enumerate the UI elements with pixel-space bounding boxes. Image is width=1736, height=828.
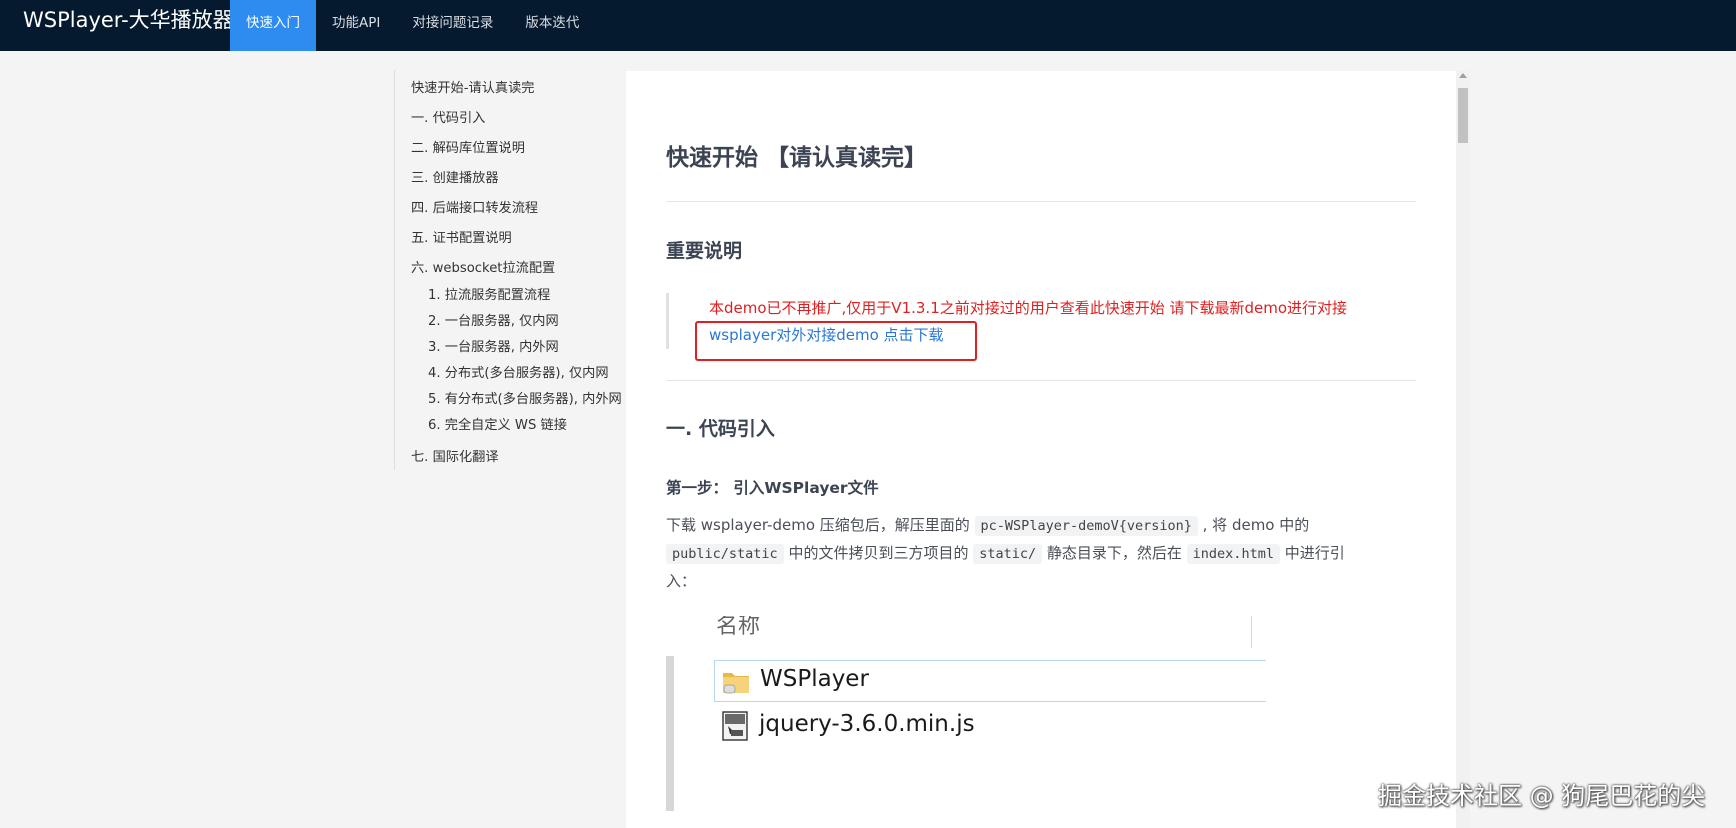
divider [666, 380, 1416, 381]
script-file-icon [722, 711, 748, 741]
toc-subitem-distributed-both[interactable]: 5. 有分布式(多台服务器), 内外网 [428, 388, 622, 407]
toc-subitem-stream-service[interactable]: 1. 拉流服务配置流程 [428, 284, 550, 303]
code-public-static: public/static [666, 544, 784, 564]
code-demo-folder: pc-WSPlayer-demoV{version} [974, 516, 1198, 536]
toc-item-create-player[interactable]: 三. 创建播放器 [411, 167, 499, 186]
toc-item-decoder-location[interactable]: 二. 解码库位置说明 [411, 137, 525, 156]
blockquote-bar [666, 293, 669, 349]
nav-tab-versions[interactable]: 版本迭代 [509, 0, 595, 51]
step-one-title: 第一步： 引入WSPlayer文件 [666, 479, 879, 497]
toc-item-backend-forwarding[interactable]: 四. 后端接口转发流程 [411, 197, 538, 216]
folder-icon [723, 673, 749, 694]
heading-code-import: 一. 代码引入 [666, 418, 775, 440]
page-title: 快速开始 【请认真读完】 [666, 145, 928, 171]
toc-subitem-single-both[interactable]: 3. 一台服务器, 内外网 [428, 336, 559, 355]
brand-title[interactable]: WSPlayer-大华播放器 [0, 0, 234, 51]
paragraph-line-2: public/static 中的文件拷贝到三方项目的 static/ 静态目录下… [666, 539, 1345, 568]
heading-important: 重要说明 [666, 240, 743, 262]
toc-subitem-single-intranet[interactable]: 2. 一台服务器, 仅内网 [428, 310, 559, 329]
text: 中进行引 [1279, 544, 1345, 562]
toc-item-i18n[interactable]: 七. 国际化翻译 [411, 446, 499, 465]
text: , 将 demo 中的 [1197, 516, 1310, 534]
code-index-html: index.html [1186, 544, 1280, 564]
toc-item-cert-config[interactable]: 五. 证书配置说明 [411, 227, 512, 246]
paragraph-line-1: 下载 wsplayer-demo 压缩包后，解压里面的 pc-WSPlayer-… [666, 511, 1309, 540]
scroll-up-arrow-icon[interactable] [1459, 73, 1467, 78]
nav-tab-api[interactable]: 功能API [316, 0, 396, 51]
file-name: WSPlayer [760, 666, 869, 692]
paragraph-line-3: 入： [666, 572, 697, 590]
main-content: 快速开始 【请认真读完】 重要说明 本demo已不再推广,仅用于V1.3.1之前… [626, 71, 1456, 828]
file-explorer-screenshot: 名称 WSPlayer jquery-3.6.0.min.js [666, 616, 1266, 811]
column-separator [1251, 616, 1252, 648]
text: 静态目录下，然后在 [1042, 544, 1187, 562]
file-name: jquery-3.6.0.min.js [759, 711, 975, 737]
top-navbar: WSPlayer-大华播放器 快速入门 功能API 对接问题记录 版本迭代 [0, 0, 1736, 51]
content-scrollbar[interactable] [1456, 71, 1470, 828]
code-static-dir: static/ [973, 544, 1043, 564]
highlight-box [695, 321, 977, 361]
column-header-name: 名称 [716, 616, 761, 639]
screenshot-scrollbar [666, 656, 674, 811]
nav-tab-issues[interactable]: 对接问题记录 [396, 0, 509, 51]
toc-item-websocket-config[interactable]: 六. websocket拉流配置 [411, 257, 555, 276]
nav-tab-quickstart[interactable]: 快速入门 [230, 0, 316, 51]
file-row-wsplayer: WSPlayer [714, 660, 1266, 702]
text: 中的文件拷贝到三方项目的 [783, 544, 974, 562]
scroll-thumb[interactable] [1458, 88, 1468, 143]
toc-subitem-custom-ws[interactable]: 6. 完全自定义 WS 链接 [428, 414, 567, 433]
text: 下载 wsplayer-demo 压缩包后，解压里面的 [666, 516, 975, 534]
divider [666, 201, 1416, 202]
watermark: 掘金技术社区 @ 狗尾巴花的尖 [1378, 782, 1706, 810]
toc-item-code-import[interactable]: 一. 代码引入 [411, 107, 485, 126]
toc-subitem-distributed-intranet[interactable]: 4. 分布式(多台服务器), 仅内网 [428, 362, 609, 381]
file-row-jquery: jquery-3.6.0.min.js [714, 706, 1266, 746]
deprecation-notice: 本demo已不再推广,仅用于V1.3.1之前对接过的用户查看此快速开始 请下载最… [709, 299, 1348, 317]
table-of-contents: 快速开始-请认真读完 一. 代码引入 二. 解码库位置说明 三. 创建播放器 四… [394, 70, 626, 470]
toc-item-quickstart[interactable]: 快速开始-请认真读完 [411, 77, 534, 96]
